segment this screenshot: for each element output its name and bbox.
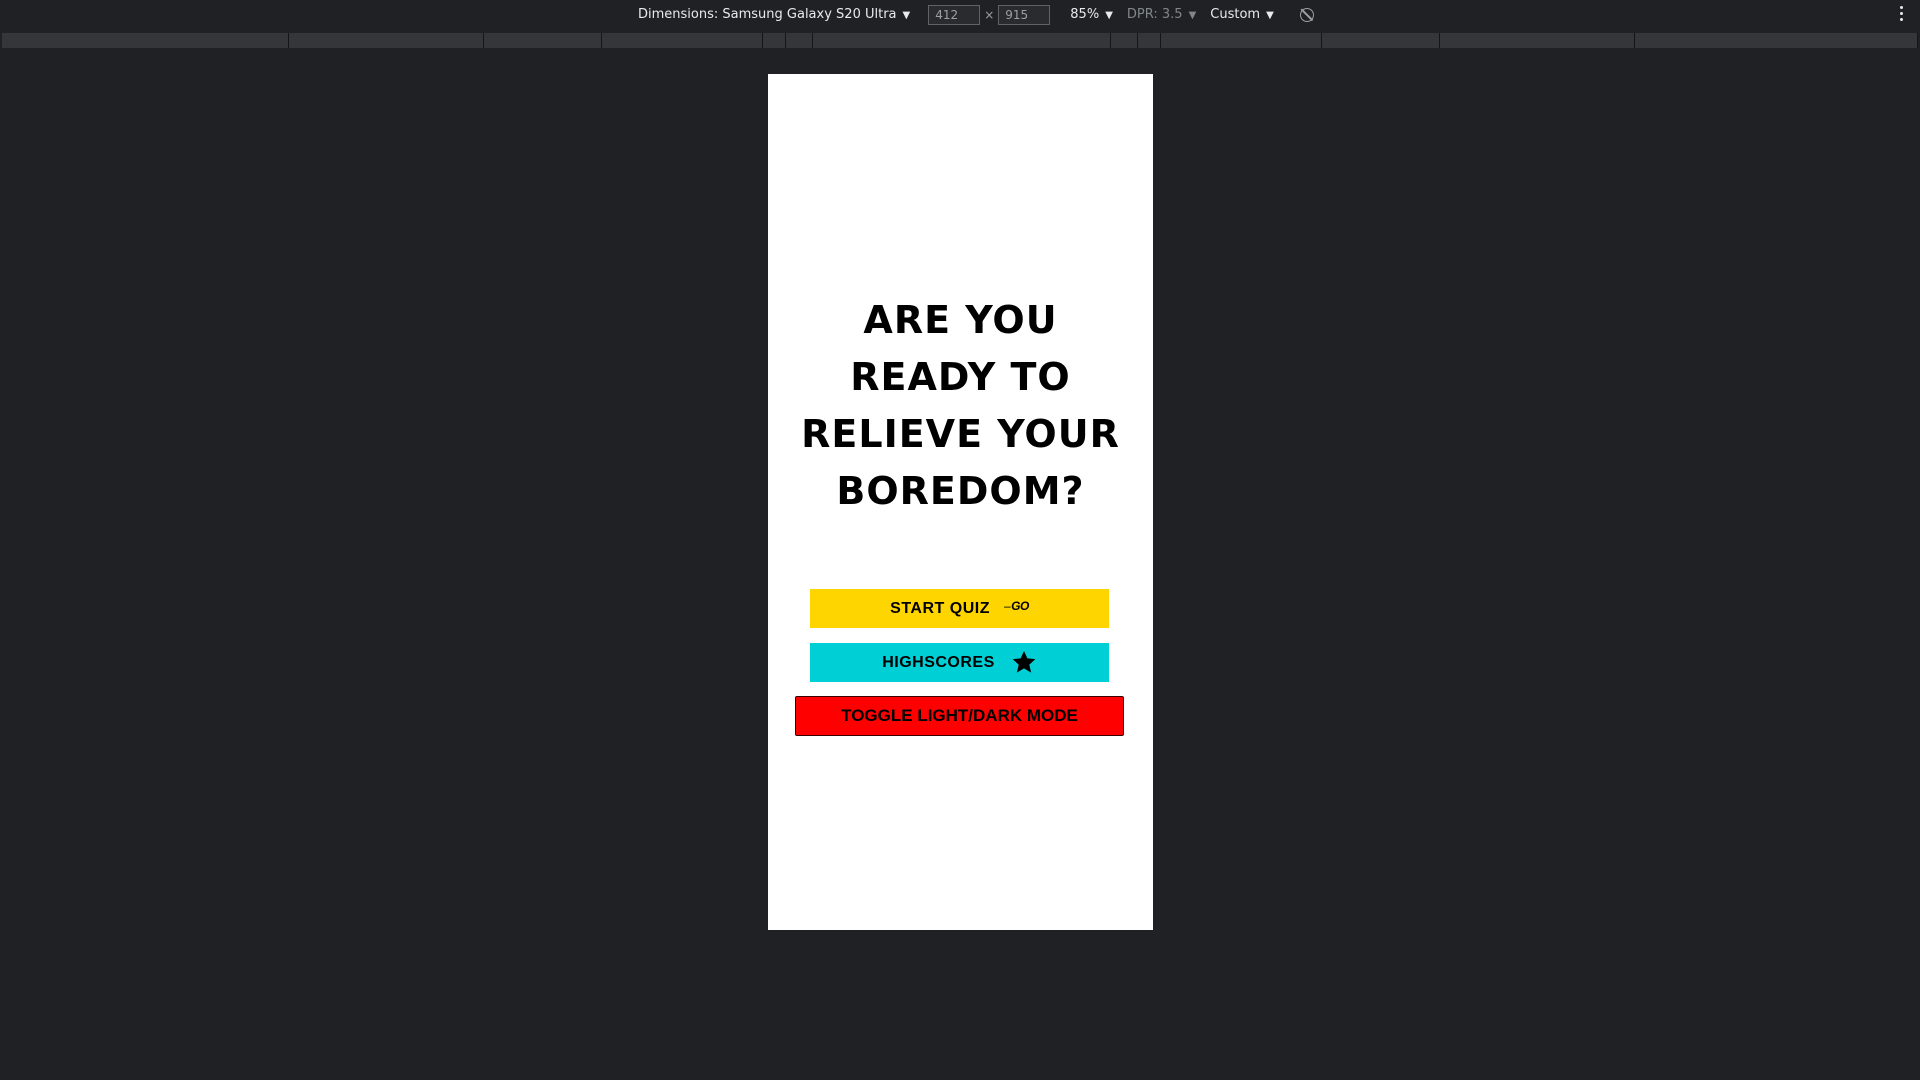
ruler-segment[interactable] (1322, 33, 1440, 48)
media-query-ruler[interactable] (2, 33, 1918, 48)
headline-line: RELIEVE YOUR (801, 412, 1120, 456)
throttle-dropdown[interactable]: Custom ▼ (1210, 7, 1274, 22)
zoom-dropdown[interactable]: 85% ▼ (1070, 7, 1113, 22)
device-viewport: ARE YOU READY TO RELIEVE YOUR BOREDOM? S… (768, 74, 1153, 930)
caret-down-icon: ▼ (1266, 10, 1274, 21)
ruler-segment[interactable] (1440, 33, 1635, 48)
caret-down-icon: ▼ (1105, 10, 1113, 21)
ruler-segment[interactable] (1635, 33, 1918, 48)
ruler-segment[interactable] (763, 33, 786, 48)
go-icon: –GO (1003, 598, 1029, 613)
dimensions-label: Dimensions: Samsung Galaxy S20 Ultra (638, 7, 897, 22)
ruler-segment[interactable] (289, 33, 484, 48)
highscores-label: HIGHSCORES (882, 653, 995, 671)
zoom-label: 85% (1070, 7, 1100, 22)
dpr-label: DPR: 3.5 (1126, 7, 1183, 22)
device-dimensions-dropdown[interactable]: Dimensions: Samsung Galaxy S20 Ultra ▼ (638, 7, 910, 22)
ruler-segment[interactable] (2, 33, 289, 48)
rotate-button[interactable] (1299, 7, 1314, 22)
toggle-theme-button[interactable]: TOGGLE LIGHT/DARK MODE (795, 696, 1124, 736)
ruler-segment[interactable] (786, 33, 813, 48)
caret-down-icon: ▼ (902, 10, 911, 21)
device-toolbar: Dimensions: Samsung Galaxy S20 Ultra ▼ 41… (0, 0, 1920, 29)
times-sign: × (984, 7, 995, 22)
toggle-theme-label: TOGGLE LIGHT/DARK MODE (841, 706, 1078, 725)
ruler-segment[interactable] (602, 33, 763, 48)
start-quiz-button[interactable]: START QUIZ –GO (810, 589, 1109, 628)
caret-down-icon: ▼ (1188, 10, 1197, 21)
rotate-icon (1299, 7, 1314, 22)
star-icon (1012, 650, 1036, 673)
dpr-dropdown[interactable]: DPR: 3.5 ▼ (1127, 7, 1196, 22)
ruler-segment[interactable] (1138, 33, 1161, 48)
headline-line: READY TO (850, 355, 1071, 399)
width-input[interactable]: 412 (928, 4, 981, 25)
ruler-segment[interactable] (1111, 33, 1138, 48)
start-quiz-label: START QUIZ (890, 599, 990, 617)
headline-line: BOREDOM? (836, 469, 1085, 513)
throttle-label: Custom (1210, 7, 1261, 22)
ruler-segment[interactable] (1161, 33, 1322, 48)
height-input[interactable]: 915 (998, 4, 1051, 25)
headline-line: ARE YOU (863, 298, 1058, 342)
page-title: ARE YOU READY TO RELIEVE YOUR BOREDOM? (768, 292, 1153, 520)
ruler-segment[interactable] (813, 33, 1111, 48)
go-icon-text: GO (1011, 598, 1029, 613)
highscores-button[interactable]: HIGHSCORES (810, 643, 1109, 682)
ruler-segment[interactable] (484, 33, 602, 48)
kebab-menu-icon[interactable] (1900, 6, 1904, 24)
